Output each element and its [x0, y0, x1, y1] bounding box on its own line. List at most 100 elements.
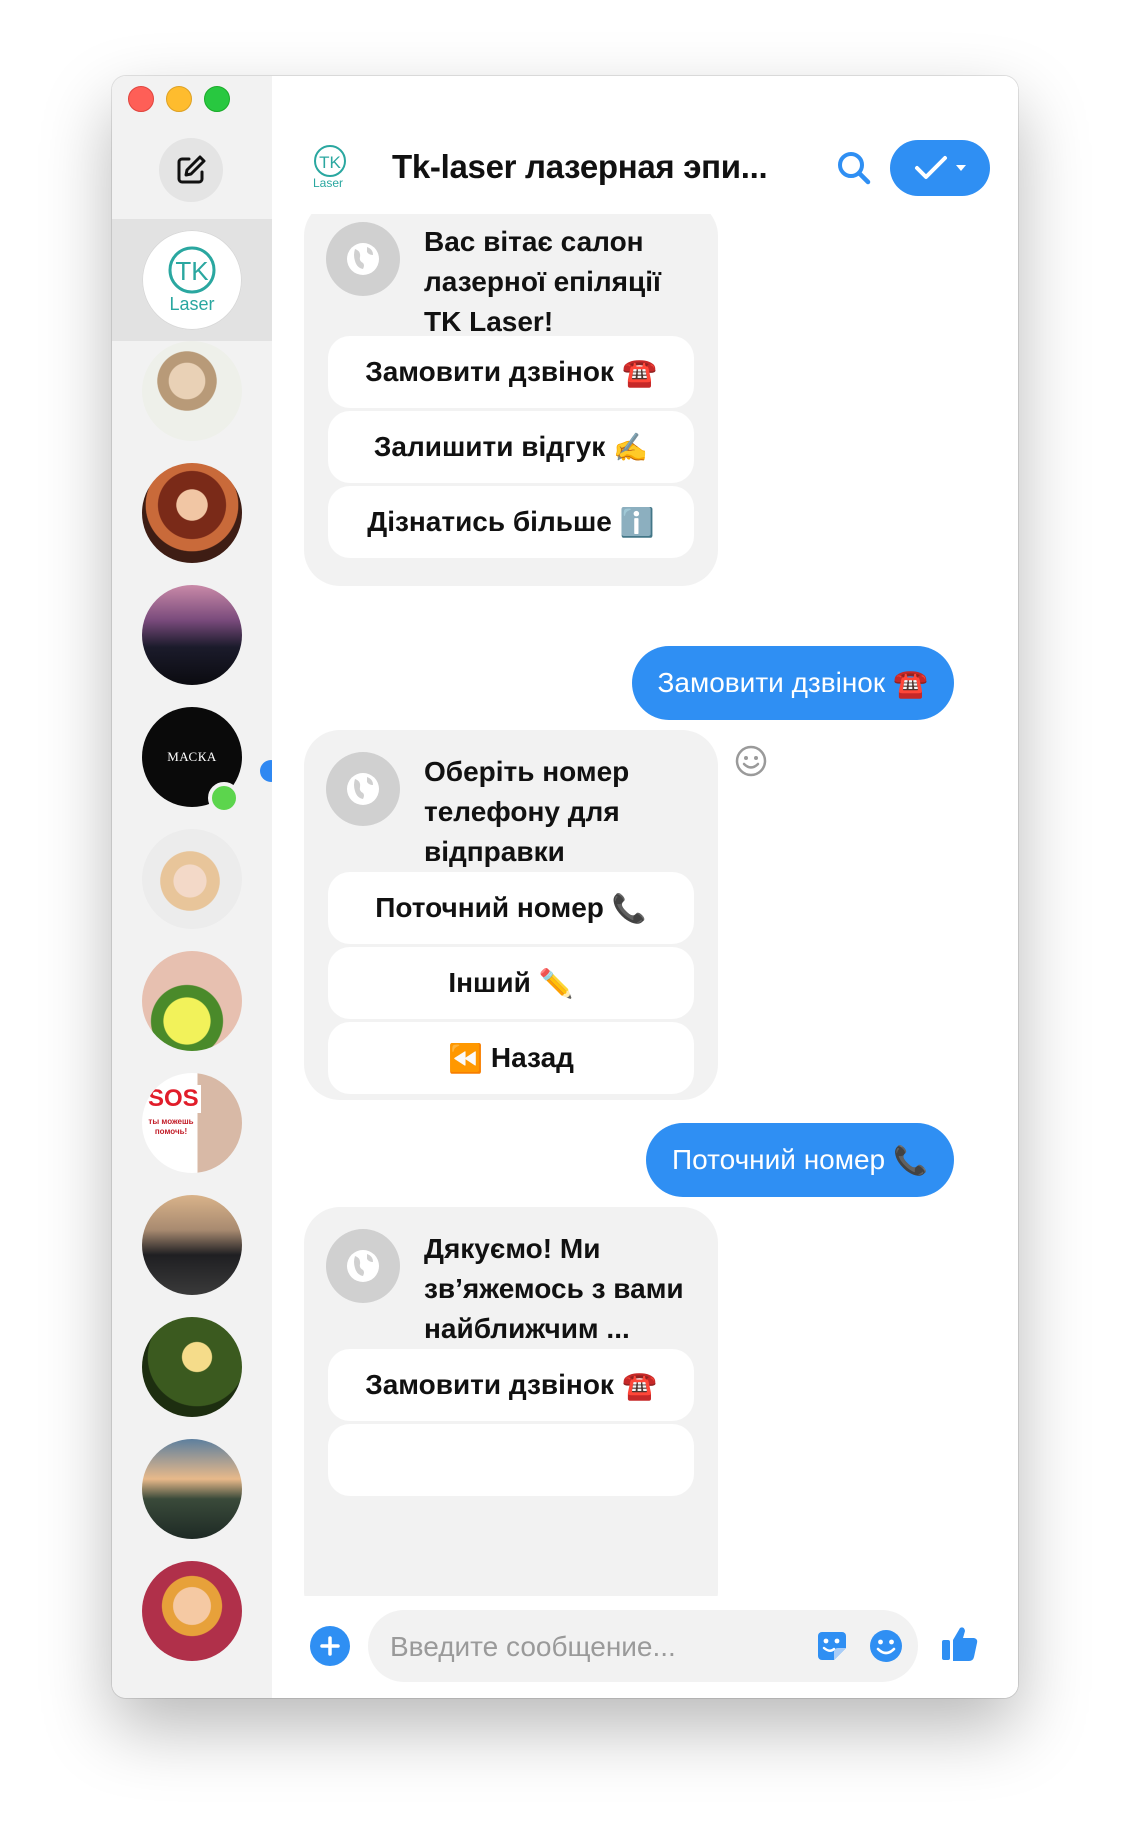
traffic-lights [128, 86, 230, 112]
pencil-icon: ✏️ [538, 967, 574, 999]
tk-laser-logo-icon: TK Laser [168, 246, 216, 314]
messenger-window: TK Laser МАСКА SOS ты можешь помочь! TK … [112, 76, 1018, 1698]
quick-reply-button[interactable]: Залишити відгук ✍️ [328, 411, 694, 483]
sos-subtext: ты можешь помочь! [148, 1117, 194, 1137]
quick-reply-label: Інший [448, 967, 531, 998]
quick-reply-button[interactable]: Інший ✏️ [328, 947, 694, 1019]
conversation-title[interactable]: Tk-laser лазерная эпи... [392, 148, 768, 186]
sos-text: SOS [146, 1085, 201, 1113]
avatar [142, 1317, 242, 1417]
quick-reply-label: Залишити відгук [373, 431, 606, 462]
plus-icon [320, 1636, 340, 1656]
bot-message-text: Дякуємо! Ми зв’яжемось з вами найближчим… [424, 1233, 684, 1344]
bot-avatar [326, 222, 400, 296]
phone-receiver-icon: 📞 [893, 1144, 928, 1176]
user-message-text: Замовити дзвінок [657, 667, 886, 698]
mark-done-button[interactable] [890, 140, 990, 196]
emoji-button[interactable] [868, 1628, 904, 1664]
svg-text:Laser: Laser [169, 294, 214, 314]
maximize-window-button[interactable] [204, 86, 230, 112]
phone-receiver-icon: 📞 [611, 892, 647, 924]
quick-reply-button[interactable]: Дізнатись більше ℹ️ [328, 486, 694, 558]
compose-icon [177, 155, 206, 184]
avatar [142, 1195, 242, 1295]
avatar [142, 951, 242, 1051]
rewind-icon: ⏪ [448, 1042, 483, 1074]
globe-icon [347, 243, 379, 275]
quick-reply-button[interactable]: Поточний номер 📞 [328, 872, 694, 944]
contact-item[interactable] [112, 452, 272, 574]
quick-reply-label: Назад [490, 1042, 574, 1073]
bot-avatar [326, 1229, 400, 1303]
bot-message-card: Вас вітає салон лазерної епіляції TK Las… [304, 214, 718, 586]
sticker-button[interactable] [814, 1628, 850, 1664]
search-icon [838, 152, 871, 185]
telephone-icon: ☎️ [621, 356, 657, 388]
message-list: Вас вітає салон лазерної епіляції TK Las… [272, 214, 1018, 1596]
contact-item[interactable] [112, 818, 272, 940]
svg-text:TK: TK [175, 256, 209, 286]
avatar: SOS ты можешь помочь! [142, 1073, 242, 1173]
quick-reply-button[interactable] [328, 1424, 694, 1496]
sticker-icon [818, 1632, 846, 1660]
contact-item[interactable] [112, 1306, 272, 1428]
smile-icon [870, 1630, 902, 1662]
checkmark-icon [915, 156, 947, 179]
contact-item[interactable] [112, 1428, 272, 1550]
quick-reply-label: Замовити дзвінок [365, 1369, 614, 1400]
contact-item[interactable] [112, 1550, 272, 1672]
react-button[interactable] [734, 744, 768, 778]
contact-item[interactable] [112, 330, 272, 452]
avatar [142, 1439, 242, 1539]
quick-reply-label: Поточний номер [375, 892, 604, 923]
message-input[interactable] [388, 1610, 792, 1684]
maska-logo-text: МАСКА [167, 749, 217, 764]
contact-item-tk-laser[interactable]: TK Laser [112, 219, 272, 341]
avatar [142, 341, 242, 441]
writing-hand-icon: ✍️ [613, 431, 649, 463]
contact-item[interactable] [112, 1184, 272, 1306]
telephone-icon: ☎️ [621, 1369, 657, 1401]
conversation-header: TK Laser Tk-laser лазерная эпи... [272, 76, 1018, 214]
bot-message-text: Вас вітає салон лазерної епіляції TK Las… [424, 226, 661, 337]
online-indicator [208, 782, 240, 814]
contact-item-sos[interactable]: SOS ты можешь помочь! [112, 1062, 272, 1184]
quick-reply-button[interactable]: Замовити дзвінок ☎️ [328, 336, 694, 408]
svg-text:TK: TK [319, 153, 341, 172]
compose-button[interactable] [159, 138, 223, 202]
sidebar: TK Laser МАСКА SOS ты можешь помочь! [112, 76, 282, 1698]
avatar: TK Laser [142, 230, 242, 330]
user-message-bubble: Замовити дзвінок ☎️ [631, 646, 954, 720]
chevron-down-icon [956, 165, 966, 171]
add-attachment-button[interactable] [310, 1626, 350, 1666]
like-button[interactable] [938, 1622, 982, 1666]
smile-icon [735, 745, 767, 777]
conversation-avatar[interactable]: TK Laser [302, 138, 358, 194]
avatar [142, 463, 242, 563]
info-icon: ℹ️ [619, 506, 655, 538]
bot-avatar [326, 752, 400, 826]
conversation-panel: TK Laser Tk-laser лазерная эпи... Вас ві… [272, 76, 1018, 1698]
minimize-window-button[interactable] [166, 86, 192, 112]
message-composer [272, 1596, 1018, 1698]
close-window-button[interactable] [128, 86, 154, 112]
thumbs-up-icon [942, 1627, 978, 1661]
quick-reply-button[interactable]: Замовити дзвінок ☎️ [328, 1349, 694, 1421]
search-button[interactable] [834, 148, 874, 188]
user-message-text: Поточний номер [672, 1144, 886, 1175]
contact-item[interactable] [112, 940, 272, 1062]
quick-reply-label: Замовити дзвінок [365, 356, 614, 387]
contact-item-maska[interactable]: МАСКА [112, 696, 272, 818]
telephone-icon: ☎️ [893, 667, 928, 699]
globe-icon [347, 773, 379, 805]
contact-item[interactable] [112, 574, 272, 696]
quick-reply-button[interactable]: ⏪ Назад [328, 1022, 694, 1094]
avatar [142, 585, 242, 685]
quick-reply-label: Дізнатись більше [367, 506, 612, 537]
tk-laser-logo-icon: TK Laser [313, 145, 346, 190]
user-message-bubble: Поточний номер 📞 [646, 1123, 954, 1197]
globe-icon [347, 1250, 379, 1282]
bot-message-card: Оберіть номер телефону для відправки Пот… [304, 730, 718, 1100]
message-input-container [368, 1610, 918, 1684]
bot-message-text: Оберіть номер телефону для відправки [424, 756, 630, 867]
